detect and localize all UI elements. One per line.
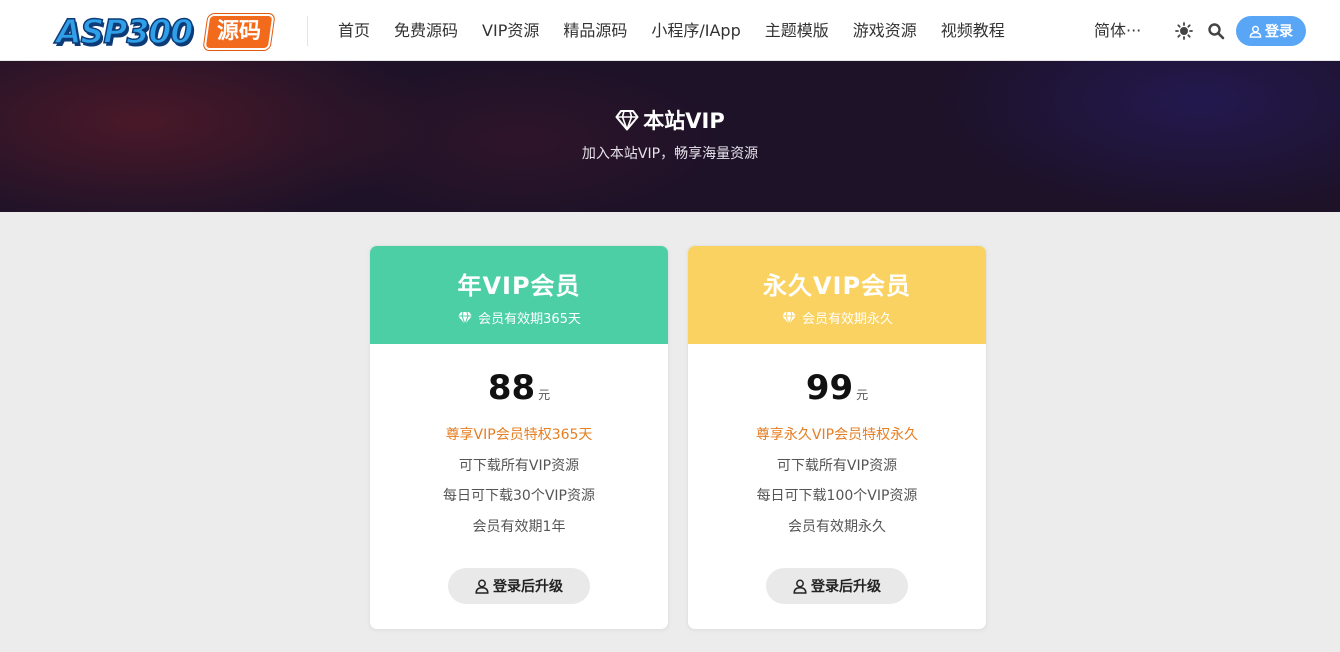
diamond-icon — [458, 311, 473, 325]
logo-badge: 源码 — [203, 14, 275, 50]
nav-item-home[interactable]: 首页 — [338, 0, 370, 61]
price-unit: 元 — [856, 388, 869, 402]
price-amount: 88 — [487, 368, 536, 408]
search-icon[interactable] — [1207, 22, 1225, 40]
nav-item-free-source[interactable]: 免费源码 — [394, 0, 458, 61]
nav-item-themes[interactable]: 主题模版 — [765, 0, 829, 61]
plan-title: 年VIP会员 — [457, 272, 581, 300]
plan-validity: 会员有效期365天 — [370, 308, 668, 327]
plan-card-lifetime: 永久VIP会员 会员有效期永久 99 元 尊享永久VIP会员特权永久 可下载所有… — [687, 245, 987, 630]
logo-text: ASP300 — [55, 12, 194, 52]
plan-title: 永久VIP会员 — [762, 272, 912, 300]
header-divider — [307, 16, 308, 46]
plan-card-yearly: 年VIP会员 会员有效期365天 88 元 尊享VIP会员特权365天 可下载所… — [369, 245, 669, 630]
nav-item-vip-resources[interactable]: VIP资源 — [482, 0, 539, 61]
site-header: ASP300 源码 首页 免费源码 VIP资源 精品源码 小程序/IApp 主题… — [0, 0, 1340, 61]
vip-hero-banner: 本站VIP 加入本站VIP，畅享海量资源 — [0, 61, 1340, 212]
diamond-icon — [615, 110, 639, 131]
user-icon — [793, 579, 807, 594]
plan-price: 99 元 — [688, 368, 986, 408]
plan-card-header: 永久VIP会员 会员有效期永久 — [688, 246, 986, 344]
language-switcher[interactable]: 简体··· — [1094, 0, 1141, 61]
plan-price: 88 元 — [370, 368, 668, 408]
plan-feature: 会员有效期永久 — [788, 519, 886, 535]
price-amount: 99 — [805, 368, 854, 408]
price-unit: 元 — [538, 388, 551, 402]
plan-feature: 每日可下载100个VIP资源 — [756, 488, 918, 504]
nav-item-video-tutorials[interactable]: 视频教程 — [941, 0, 1005, 61]
diamond-icon — [781, 311, 796, 325]
user-icon — [475, 579, 489, 594]
hero-subtitle: 加入本站VIP，畅享海量资源 — [581, 146, 759, 162]
nav-item-games[interactable]: 游戏资源 — [853, 0, 917, 61]
plan-feature: 可下载所有VIP资源 — [458, 458, 580, 474]
site-logo[interactable]: ASP300 源码 — [55, 12, 275, 52]
plan-card-header: 年VIP会员 会员有效期365天 — [370, 246, 668, 344]
plan-highlight: 尊享VIP会员特权365天 — [445, 427, 593, 443]
nav-item-mini-program[interactable]: 小程序/IApp — [651, 0, 740, 61]
sun-icon[interactable] — [1175, 22, 1193, 40]
plan-feature: 会员有效期1年 — [472, 519, 566, 535]
upgrade-button[interactable]: 登录后升级 — [448, 568, 590, 604]
user-icon — [1249, 25, 1262, 38]
plan-highlight: 尊享永久VIP会员特权永久 — [755, 427, 919, 443]
upgrade-button[interactable]: 登录后升级 — [766, 568, 908, 604]
main-nav: 首页 免费源码 VIP资源 精品源码 小程序/IApp 主题模版 游戏资源 视频… — [338, 0, 1029, 61]
plan-validity: 会员有效期永久 — [688, 308, 986, 327]
plan-feature: 每日可下载30个VIP资源 — [443, 488, 595, 504]
nav-item-premium-source[interactable]: 精品源码 — [563, 0, 627, 61]
login-button[interactable]: 登录 — [1236, 16, 1306, 46]
login-label: 登录 — [1265, 24, 1293, 40]
hero-title: 本站VIP — [0, 105, 1340, 135]
plan-feature: 可下载所有VIP资源 — [776, 458, 898, 474]
